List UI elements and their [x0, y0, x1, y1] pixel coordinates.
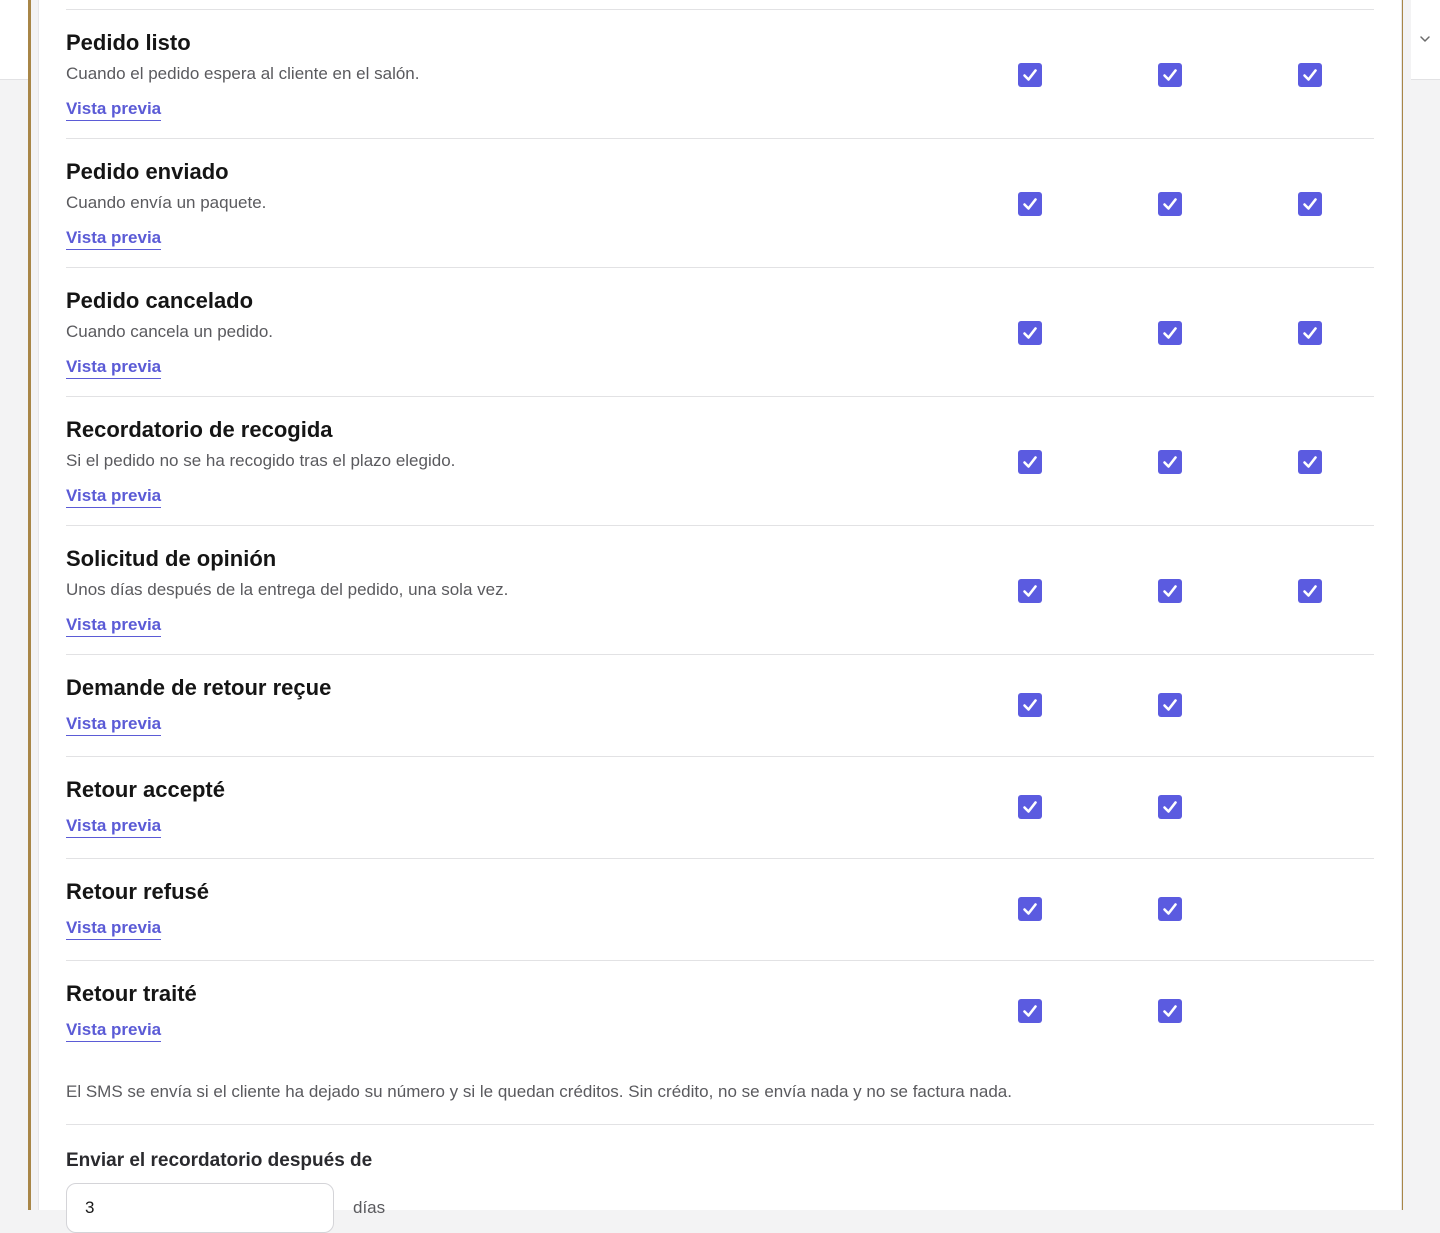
channel-checkbox[interactable] [1158, 450, 1182, 474]
channel-checkbox[interactable] [1158, 192, 1182, 216]
channel-checkbox[interactable] [1018, 693, 1042, 717]
channel-checkbox[interactable] [1018, 999, 1042, 1023]
channel-checkbox[interactable] [1298, 321, 1322, 345]
notification-description: Si el pedido no se ha recogido tras el p… [66, 451, 456, 470]
channel-checkbox[interactable] [1018, 450, 1042, 474]
checkmark-icon [1163, 699, 1177, 711]
checkmark-icon [1303, 69, 1317, 81]
sms-footnote: El SMS se envía si el cliente ha dejado … [66, 1082, 1012, 1101]
checkmark-icon [1023, 585, 1037, 597]
checkmark-icon [1023, 456, 1037, 468]
channel-checkbox[interactable] [1018, 897, 1042, 921]
checkmark-icon [1163, 198, 1177, 210]
preview-link[interactable]: Vista previa [66, 917, 162, 940]
notification-row: Retour traité Vista previa [66, 961, 1374, 1063]
checkmark-icon [1163, 69, 1177, 81]
notification-title: Solicitud de opinión [66, 546, 277, 571]
checkmark-icon [1163, 327, 1177, 339]
preview-link[interactable]: Vista previa [66, 356, 162, 379]
reminder-delay-input[interactable] [66, 1183, 334, 1233]
notification-description: Unos días después de la entrega del pedi… [66, 580, 509, 599]
notification-row: Retour accepté Vista previa [66, 757, 1374, 859]
notification-row: Demande de retour reçue Vista previa [66, 655, 1374, 757]
checkmark-icon [1303, 327, 1317, 339]
notification-description: Cuando envía un paquete. [66, 193, 267, 212]
notification-row: Pedido enviado Cuando envía un paquete. Vi… [66, 139, 1374, 268]
notification-row: Pedido cancelado Cuando cancela un pedido… [66, 268, 1374, 397]
checkmark-icon [1303, 585, 1317, 597]
notification-description: Cuando el pedido espera al cliente en el… [66, 64, 420, 83]
reminder-delay-label: Enviar el recordatorio después de [66, 1150, 373, 1171]
notification-title: Pedido cancelado [66, 288, 254, 313]
preview-link[interactable]: Vista previa [66, 713, 162, 736]
checkmark-icon [1023, 69, 1037, 81]
checkmark-icon [1163, 585, 1177, 597]
checkmark-icon [1303, 456, 1317, 468]
notification-title: Recordatorio de recogida [66, 417, 333, 442]
checkmark-icon [1023, 198, 1037, 210]
notification-title: Retour refusé [66, 879, 210, 904]
preview-link[interactable]: Vista previa [66, 614, 162, 637]
top-bar-left [0, 0, 28, 80]
notification-title: Retour traité [66, 981, 197, 1006]
checkmark-icon [1163, 456, 1177, 468]
channel-checkbox[interactable] [1158, 999, 1182, 1023]
checkmark-icon [1303, 198, 1317, 210]
channel-checkbox[interactable] [1018, 63, 1042, 87]
channel-checkbox[interactable] [1018, 321, 1042, 345]
notification-title: Retour accepté [66, 777, 225, 802]
notification-description: Cuando cancela un pedido. [66, 322, 273, 341]
notification-row: Pedido listo Cuando el pedido espera al c… [66, 10, 1374, 139]
channel-checkbox[interactable] [1158, 693, 1182, 717]
checkmark-icon [1163, 903, 1177, 915]
channel-checkbox[interactable] [1298, 192, 1322, 216]
preview-link[interactable]: Vista previa [66, 98, 162, 121]
notification-title: Pedido enviado [66, 159, 229, 184]
reminder-delay-unit: días [353, 1198, 386, 1217]
checkmark-icon [1023, 699, 1037, 711]
checkmark-icon [1023, 1005, 1037, 1017]
checkmark-icon [1023, 327, 1037, 339]
notification-title: Demande de retour reçue [66, 675, 332, 700]
notification-row: Solicitud de opinión Unos días después de… [66, 526, 1374, 655]
channel-checkbox[interactable] [1158, 321, 1182, 345]
checkmark-icon [1163, 1005, 1177, 1017]
channel-checkbox[interactable] [1158, 897, 1182, 921]
channel-checkbox[interactable] [1018, 192, 1042, 216]
preview-link[interactable]: Vista previa [66, 485, 162, 508]
chevron-down-icon[interactable] [1419, 33, 1431, 45]
checkmark-icon [1023, 801, 1037, 813]
channel-checkbox[interactable] [1158, 579, 1182, 603]
channel-checkbox[interactable] [1158, 795, 1182, 819]
notification-row: Retour refusé Vista previa [66, 859, 1374, 961]
channel-checkbox[interactable] [1018, 579, 1042, 603]
channel-checkbox[interactable] [1158, 63, 1182, 87]
divider [66, 1124, 1374, 1125]
channel-checkbox[interactable] [1298, 63, 1322, 87]
checkmark-icon [1163, 801, 1177, 813]
notification-title: Pedido listo [66, 30, 191, 55]
preview-link[interactable]: Vista previa [66, 1019, 162, 1042]
notification-row: Recordatorio de recogida Si el pedido no … [66, 397, 1374, 526]
preview-link[interactable]: Vista previa [66, 815, 162, 838]
channel-checkbox[interactable] [1298, 579, 1322, 603]
checkmark-icon [1023, 903, 1037, 915]
channel-checkbox[interactable] [1298, 450, 1322, 474]
channel-checkbox[interactable] [1018, 795, 1042, 819]
preview-link[interactable]: Vista previa [66, 227, 162, 250]
